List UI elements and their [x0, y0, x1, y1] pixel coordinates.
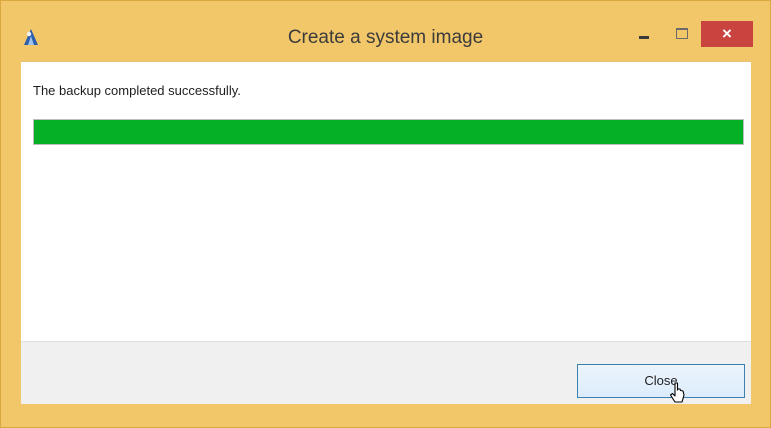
create-system-image-dialog: Create a system image × The backup compl… — [0, 0, 771, 428]
maximize-button[interactable] — [665, 23, 699, 45]
mouse-pointer-icon — [669, 382, 685, 403]
title-bar[interactable]: Create a system image × — [1, 1, 770, 61]
backup-progress-bar — [33, 119, 744, 145]
close-button[interactable]: Close — [577, 364, 745, 398]
close-icon: × — [722, 24, 732, 43]
status-message: The backup completed successfully. — [33, 83, 241, 98]
dialog-footer: Close — [21, 341, 751, 404]
progress-bar-fill — [34, 120, 743, 144]
title-close-button[interactable]: × — [701, 21, 753, 47]
dialog-body: The backup completed successfully. — [21, 61, 751, 342]
minimize-button[interactable] — [627, 23, 661, 45]
